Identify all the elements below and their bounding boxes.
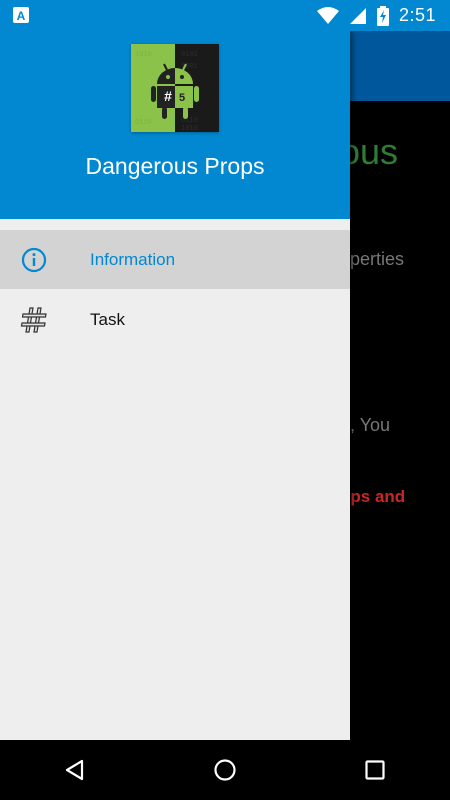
navigation-drawer: 0101 1001 0110 1010 1010 0110 # 5 Danger… xyxy=(0,31,350,740)
svg-text:0110: 0110 xyxy=(181,117,198,125)
recents-icon xyxy=(365,760,385,780)
svg-text:1010: 1010 xyxy=(135,51,152,59)
app-logo: 0101 1001 0110 1010 1010 0110 # 5 xyxy=(131,44,219,132)
drawer-item-information[interactable]: Information xyxy=(0,230,350,289)
hashtag-icon xyxy=(20,307,47,333)
back-button[interactable] xyxy=(45,740,105,800)
drawer-item-label: Task xyxy=(90,309,125,329)
battery-charging-icon xyxy=(376,5,389,26)
drawer-item-task[interactable]: Task xyxy=(0,290,350,349)
status-clock: 2:51 xyxy=(398,5,436,25)
svg-text:#: # xyxy=(164,88,172,104)
accessibility-a-icon: A xyxy=(13,7,29,23)
drawer-item-label: Information xyxy=(90,249,176,269)
back-icon xyxy=(65,759,84,781)
home-icon xyxy=(214,759,236,781)
recents-button[interactable] xyxy=(345,740,405,800)
android-hash-logo-icon: 01011001 01101010 10100110 # 5 xyxy=(131,44,219,132)
svg-text:5: 5 xyxy=(179,92,185,104)
svg-text:1010: 1010 xyxy=(181,125,198,132)
info-icon xyxy=(21,247,47,273)
app-title: Dangerous Props xyxy=(85,153,265,179)
system-nav-bar xyxy=(0,740,450,800)
status-bar: A 2:51 xyxy=(0,0,450,31)
home-button[interactable] xyxy=(195,740,255,800)
wifi-icon xyxy=(316,6,339,24)
svg-text:A: A xyxy=(17,9,26,23)
svg-text:0110: 0110 xyxy=(135,119,152,127)
signal-icon xyxy=(349,7,366,24)
svg-text:0101: 0101 xyxy=(181,51,198,59)
drawer-header: 0101 1001 0110 1010 1010 0110 # 5 Danger… xyxy=(0,31,350,219)
